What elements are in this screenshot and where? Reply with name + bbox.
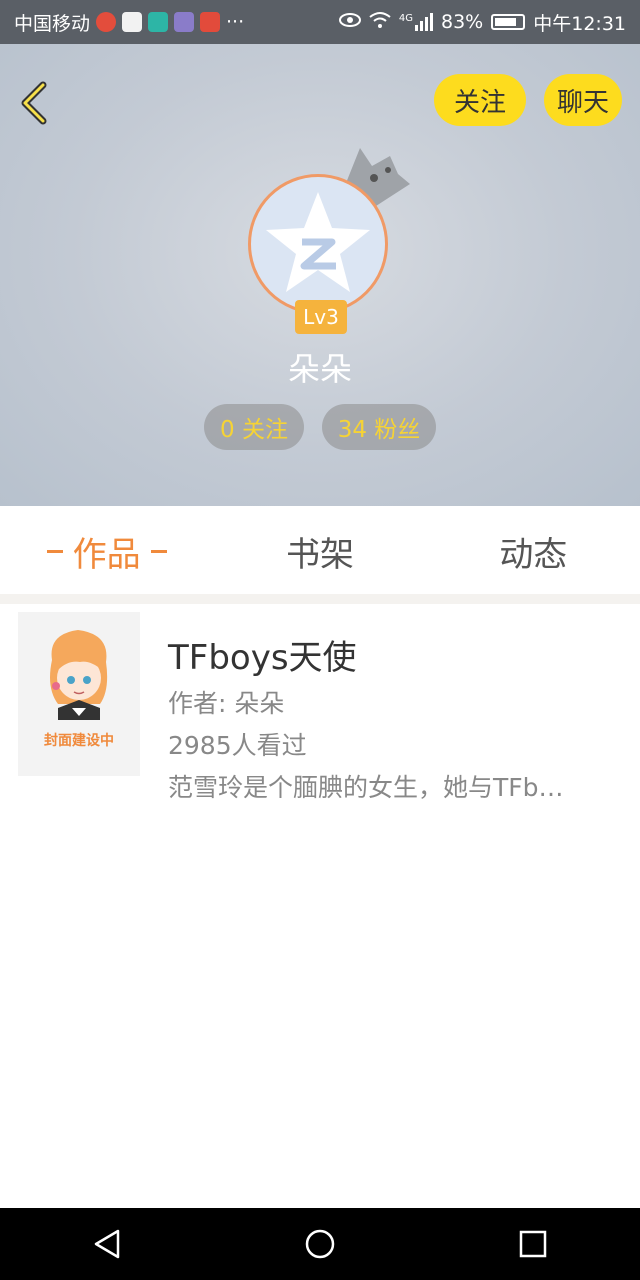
home-circle-icon: [305, 1229, 335, 1259]
divider: [0, 594, 640, 604]
wifi-icon: [369, 11, 391, 34]
nav-recents-button[interactable]: [503, 1214, 563, 1274]
battery-percent: 83%: [441, 11, 484, 33]
eye-comfort-icon: [338, 11, 361, 33]
system-nav-bar: [0, 1208, 640, 1280]
profile-header: 关注 聊天 Lv3 朵朵 0 关注 34 粉丝: [0, 44, 640, 506]
tab-indicator-right: [150, 549, 167, 553]
book-author: 作者: 朵朵: [168, 689, 285, 718]
book-title[interactable]: TFboys天使: [168, 630, 357, 679]
status-bar: 中国移动 ··· 4G 83% 中午12:31: [0, 0, 640, 44]
game-app-icon: [174, 12, 195, 32]
battery-icon: [491, 14, 526, 30]
news-app-icon: [200, 12, 221, 32]
back-button[interactable]: [14, 78, 54, 128]
more-notifications-icon: ···: [226, 11, 245, 33]
qq-star-icon: [266, 192, 370, 292]
book-views: 2985人看过: [168, 731, 307, 760]
level-badge: Lv3: [295, 300, 347, 334]
tab-indicator-left: [46, 549, 63, 553]
signal-icon: 4G: [399, 13, 433, 31]
video-app-icon: [96, 12, 117, 32]
map-app-icon: [148, 12, 169, 32]
cover-placeholder-label: 封面建设中: [44, 733, 114, 749]
chat-button[interactable]: 聊天: [544, 74, 622, 126]
nav-home-button[interactable]: [290, 1214, 350, 1274]
clock: 中午12:31: [533, 12, 626, 35]
book-card[interactable]: 封面建设中 TFboys天使 作者: 朵朵 2985人看过 范雪玲是个腼腆的女生…: [10, 604, 630, 810]
play-app-icon: [122, 12, 143, 32]
username: 朵朵: [287, 350, 352, 388]
tab-label: 书架: [285, 534, 354, 575]
tab-label: 动态: [499, 534, 568, 575]
tab-works[interactable]: 作品: [0, 508, 213, 594]
book-cover[interactable]: 封面建设中: [18, 612, 140, 776]
tab-activity[interactable]: 动态: [427, 508, 640, 594]
nav-back-button[interactable]: [77, 1214, 137, 1274]
tab-label: 作品: [72, 534, 141, 575]
fans-count[interactable]: 34 粉丝: [322, 404, 436, 450]
back-triangle-icon: [94, 1229, 119, 1259]
back-arrow-icon: [21, 81, 47, 125]
tab-bookshelf[interactable]: 书架: [213, 508, 426, 594]
anime-girl-icon: [50, 630, 108, 720]
following-count[interactable]: 0 关注: [204, 404, 304, 450]
recents-square-icon: [520, 1230, 547, 1258]
avatar[interactable]: [248, 174, 392, 318]
carrier-name: 中国移动: [14, 12, 91, 35]
follow-button[interactable]: 关注: [434, 74, 526, 126]
book-description: 范雪玲是个腼腆的女生，她与TFb…: [168, 773, 564, 802]
tab-bar: 作品 书架 动态: [0, 508, 640, 594]
